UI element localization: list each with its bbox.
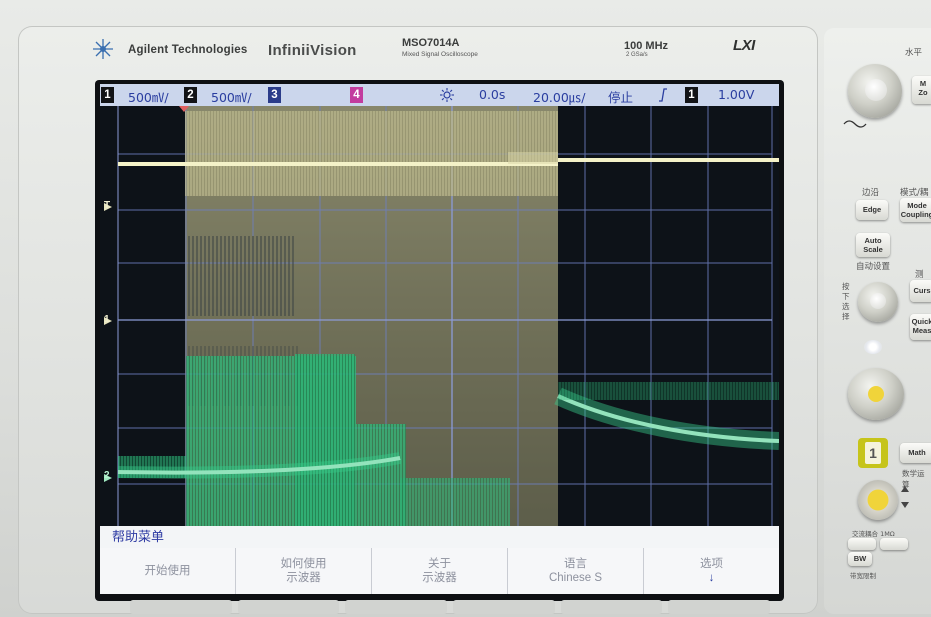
ch1-indicator[interactable]: 1 bbox=[101, 87, 114, 103]
down-arrow-icon: ↓ bbox=[708, 572, 715, 584]
select-caption: 按下选择 bbox=[842, 282, 850, 321]
softkey-sublabel: 示波器 bbox=[286, 572, 321, 584]
product-series: InfiniiVision bbox=[268, 41, 357, 59]
softkey-label: 语言 bbox=[564, 558, 587, 570]
ch1-position-knob[interactable] bbox=[858, 480, 898, 520]
ch1-scale-knob[interactable] bbox=[848, 368, 904, 420]
bezel-key-2[interactable] bbox=[237, 600, 340, 614]
bezel-key-6[interactable] bbox=[668, 600, 771, 614]
softkey-how-to-use[interactable]: 如何使用 示波器 bbox=[236, 548, 372, 594]
help-menu-title: 帮助菜单 bbox=[100, 526, 779, 548]
bezel-key-5[interactable] bbox=[560, 600, 663, 614]
softkey-options[interactable]: 选项 ↓ bbox=[644, 548, 779, 594]
bezel-key-4[interactable] bbox=[453, 600, 555, 614]
cursors-button[interactable]: Curs bbox=[910, 280, 931, 302]
lxi-logo: LXI bbox=[733, 37, 755, 54]
ch2-ground-marker: 2 bbox=[104, 470, 110, 481]
softkey-about[interactable]: 关于 示波器 bbox=[372, 548, 508, 594]
bandwidth-label: 100 MHz bbox=[624, 40, 669, 52]
up-down-arrow-icon bbox=[901, 486, 909, 508]
bezel-key-1[interactable] bbox=[130, 600, 232, 614]
auto-scale-button[interactable]: Auto Scale bbox=[856, 233, 890, 257]
agilent-spark-icon bbox=[93, 39, 113, 59]
softkey-sublabel: 示波器 bbox=[422, 572, 457, 584]
run-state: 停止 bbox=[608, 90, 634, 105]
softkey-language[interactable]: 语言 Chinese S bbox=[508, 548, 644, 594]
softkey-bar: 开始使用 如何使用 示波器 关于 示波器 语言 Chinese S 选项 ↓ bbox=[100, 548, 779, 594]
ch1-scale: 500㎷/ bbox=[128, 90, 169, 105]
oscilloscope-display: 1 500㎷/ 2 500㎷/ 3 4 0.0s 20.00㎲/ 停止 1 1.… bbox=[100, 84, 779, 594]
softkey-getting-started[interactable]: 开始使用 bbox=[100, 548, 236, 594]
ch2-indicator[interactable]: 2 bbox=[184, 87, 197, 103]
model-number: MSO7014A bbox=[402, 37, 460, 49]
sun-icon bbox=[440, 88, 454, 102]
wave-arrow-icon bbox=[843, 120, 867, 128]
horizontal-label: 水平 bbox=[905, 48, 923, 58]
ch1-button-label: 1 bbox=[865, 442, 881, 464]
math-button[interactable]: Math bbox=[900, 443, 931, 463]
sample-rate-label: 2 GSa/s bbox=[626, 52, 648, 58]
trigger-level: 1.00V bbox=[718, 87, 755, 102]
bezel-key-3[interactable] bbox=[345, 600, 448, 614]
rising-edge-icon bbox=[659, 88, 667, 102]
coupling-key[interactable] bbox=[848, 538, 876, 550]
softkey-label: 如何使用 bbox=[280, 558, 327, 570]
bottom-softkey-buttons bbox=[130, 600, 771, 614]
auto-scale-caption: 自动设置 bbox=[856, 262, 891, 272]
time-scale: 20.00㎲/ bbox=[533, 90, 586, 105]
zoom-button[interactable]: M Zo bbox=[912, 76, 931, 104]
edge-group-label: 边沿 bbox=[862, 188, 880, 198]
ch1-button[interactable]: 1 bbox=[858, 438, 888, 468]
waveform-area bbox=[100, 106, 779, 526]
trigger-marker: T bbox=[104, 200, 111, 211]
softkey-label: 选项 bbox=[700, 558, 723, 570]
impedance-key[interactable] bbox=[880, 538, 908, 550]
horizontal-scale-knob[interactable] bbox=[848, 64, 902, 118]
select-knob[interactable] bbox=[858, 282, 898, 322]
coupling-label: 交流耦合 1MΩ bbox=[852, 530, 895, 538]
ch2-scale: 500㎷/ bbox=[211, 90, 252, 105]
bw-button[interactable]: BW bbox=[848, 552, 872, 566]
model-subtitle: Mixed Signal Oscilloscope bbox=[402, 51, 478, 58]
softkey-sublabel: Chinese S bbox=[548, 572, 603, 584]
ch4-indicator[interactable]: 4 bbox=[350, 87, 363, 103]
ch1-noise-burst bbox=[185, 111, 558, 196]
bw-limit-caption: 带宽限制 bbox=[850, 572, 876, 580]
select-led-indicator bbox=[864, 340, 882, 354]
ch3-indicator[interactable]: 3 bbox=[268, 87, 281, 103]
time-delay: 0.0s bbox=[479, 87, 506, 102]
edge-button[interactable]: Edge bbox=[856, 200, 888, 220]
mode-group-label: 模式/耦 bbox=[900, 188, 929, 198]
status-bar: 1 500㎷/ 2 500㎷/ 3 4 0.0s 20.00㎲/ 停止 1 1.… bbox=[100, 84, 779, 106]
trigger-source[interactable]: 1 bbox=[685, 87, 698, 103]
mode-coupling-button[interactable]: Mode Coupling bbox=[900, 198, 931, 222]
dark-noise-burst bbox=[188, 236, 295, 316]
company-name: Agilent Technologies bbox=[128, 44, 248, 56]
softkey-label: 关于 bbox=[428, 558, 451, 570]
ch1-ground-marker: 1 bbox=[104, 314, 110, 325]
quick-meas-button[interactable]: Quick Meas bbox=[910, 314, 931, 340]
softkey-label: 开始使用 bbox=[144, 565, 191, 577]
